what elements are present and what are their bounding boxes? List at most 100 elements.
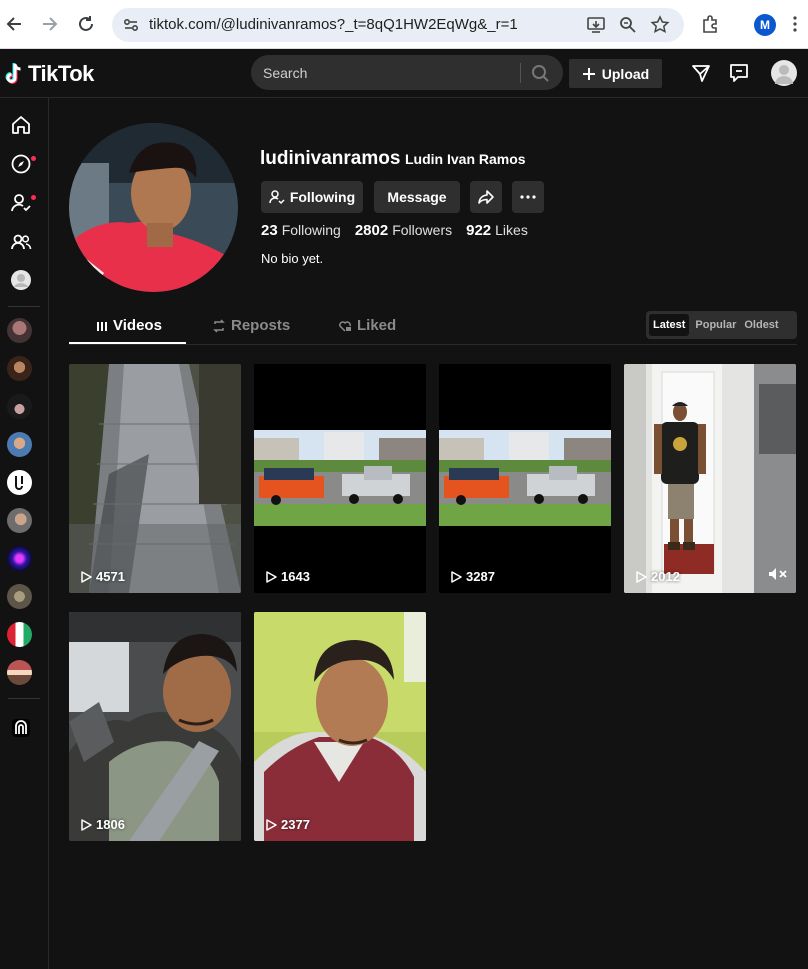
profile-photo (69, 123, 238, 292)
video-thumbnail (439, 364, 611, 593)
tab-liked[interactable]: Liked (338, 317, 396, 334)
sort-latest[interactable]: Latest (649, 314, 690, 336)
following-stat[interactable]: 23 Following (261, 222, 341, 239)
extensions-icon[interactable] (700, 14, 720, 34)
followed-account-avatar[interactable] (7, 318, 32, 343)
video-card[interactable]: 2012 (624, 364, 796, 593)
followers-stat-label: Followers (392, 222, 453, 238)
profile-avatar[interactable] (69, 123, 238, 292)
tab-videos[interactable]: Videos (96, 317, 162, 334)
browser-menu-icon[interactable] (790, 14, 800, 34)
explore-icon[interactable] (9, 152, 33, 176)
video-view-count: 1643 (266, 569, 310, 584)
user-check-icon (269, 190, 285, 205)
side-navigation (0, 98, 49, 969)
followers-count: 2802 (354, 222, 389, 239)
message-button-label: Message (387, 189, 447, 205)
followers-stat[interactable]: 2802 Followers (355, 222, 452, 239)
tiktok-note-icon (5, 63, 21, 84)
search-input[interactable] (263, 55, 518, 90)
home-icon[interactable] (9, 113, 33, 137)
likes-stat-label: Likes (495, 222, 528, 238)
inbox-icon[interactable] (728, 62, 750, 84)
forward-icon[interactable] (38, 13, 60, 35)
view-count-text: 1643 (281, 569, 310, 584)
video-card[interactable]: 4571 (69, 364, 241, 593)
monogram-logo-icon (15, 476, 23, 490)
play-icon (636, 570, 647, 583)
following-button[interactable]: Following (261, 181, 363, 213)
following-icon[interactable] (9, 191, 33, 215)
video-card[interactable]: 1643 (254, 364, 426, 593)
sidenav-divider (8, 698, 40, 699)
following-count: 23 (261, 222, 278, 239)
video-thumbnail (624, 364, 796, 593)
play-icon (451, 570, 462, 583)
play-icon (266, 570, 277, 583)
profile-username: ludinivanramos (260, 148, 401, 169)
repost-icon (213, 318, 225, 333)
user-avatar[interactable] (771, 60, 797, 86)
likes-count: 922 (466, 222, 492, 239)
browser-profile-avatar[interactable]: M (754, 14, 776, 36)
tiktok-logo[interactable]: TikTok (5, 59, 94, 89)
play-icon (266, 818, 277, 831)
creator-tools-icon[interactable] (9, 716, 33, 740)
followed-account-avatar[interactable] (7, 584, 32, 609)
site-info-icon[interactable] (122, 16, 140, 34)
videos-grid-icon (97, 321, 107, 331)
url-text[interactable]: tiktok.com/@ludinivanramos?_t=8qQ1HW2EqW… (149, 16, 518, 33)
bookmark-star-icon[interactable] (650, 15, 670, 35)
back-icon[interactable] (4, 13, 26, 35)
message-button[interactable]: Message (374, 181, 460, 213)
video-card[interactable]: 2377 (254, 612, 426, 841)
sort-toggle: Latest Popular Oldest (646, 311, 797, 339)
followed-account-avatar[interactable] (7, 470, 32, 495)
friends-icon[interactable] (9, 230, 33, 254)
messages-send-icon[interactable] (690, 62, 712, 84)
video-thumbnail (69, 612, 241, 841)
address-bar[interactable]: tiktok.com/@ludinivanramos?_t=8qQ1HW2EqW… (112, 8, 684, 42)
upload-label: Upload (601, 65, 650, 82)
following-button-label: Following (289, 189, 356, 205)
profile-bio: No bio yet. (261, 251, 324, 266)
video-thumbnail (254, 364, 426, 593)
share-profile-button[interactable] (470, 181, 502, 213)
sort-oldest[interactable]: Oldest (740, 314, 782, 336)
following-stat-label: Following (281, 222, 341, 238)
play-icon (81, 818, 92, 831)
sidenav-divider (8, 306, 40, 307)
browser-toolbar: tiktok.com/@ludinivanramos?_t=8qQ1HW2EqW… (0, 0, 808, 49)
video-view-count: 4571 (81, 569, 125, 584)
followed-account-avatar[interactable] (7, 432, 32, 457)
more-horizontal-icon (520, 195, 536, 199)
reload-icon[interactable] (75, 13, 97, 35)
video-card[interactable]: 3287 (439, 364, 611, 593)
followed-account-avatar[interactable] (7, 546, 32, 571)
tab-reposts[interactable]: Reposts (212, 317, 290, 334)
video-thumbnail (254, 612, 426, 841)
muted-speaker-icon[interactable] (768, 567, 788, 581)
tabs-divider (69, 344, 797, 345)
video-view-count: 2012 (636, 569, 680, 584)
video-thumbnail (69, 364, 241, 593)
followed-account-avatar[interactable] (7, 622, 32, 647)
profile-icon[interactable] (9, 268, 33, 292)
upload-button[interactable]: Upload (569, 59, 662, 88)
profile-display-name: Ludin Ivan Ramos (405, 151, 526, 167)
likes-stat: 922 Likes (466, 222, 528, 239)
sort-popular[interactable]: Popular (691, 314, 740, 336)
followed-account-avatar[interactable] (7, 660, 32, 685)
zoom-icon[interactable] (618, 15, 638, 35)
more-options-button[interactable] (512, 181, 544, 213)
install-app-icon[interactable] (586, 15, 606, 35)
search-icon[interactable] (529, 62, 551, 84)
logo-text: TikTok (28, 61, 94, 86)
plus-icon (582, 67, 595, 80)
followed-account-avatar[interactable] (7, 356, 32, 381)
search-bar[interactable] (251, 55, 563, 90)
video-card[interactable]: 1806 (69, 612, 241, 841)
followed-account-avatar[interactable] (7, 508, 32, 533)
followed-account-avatar[interactable] (7, 394, 32, 419)
tab-liked-label: Liked (357, 317, 397, 334)
